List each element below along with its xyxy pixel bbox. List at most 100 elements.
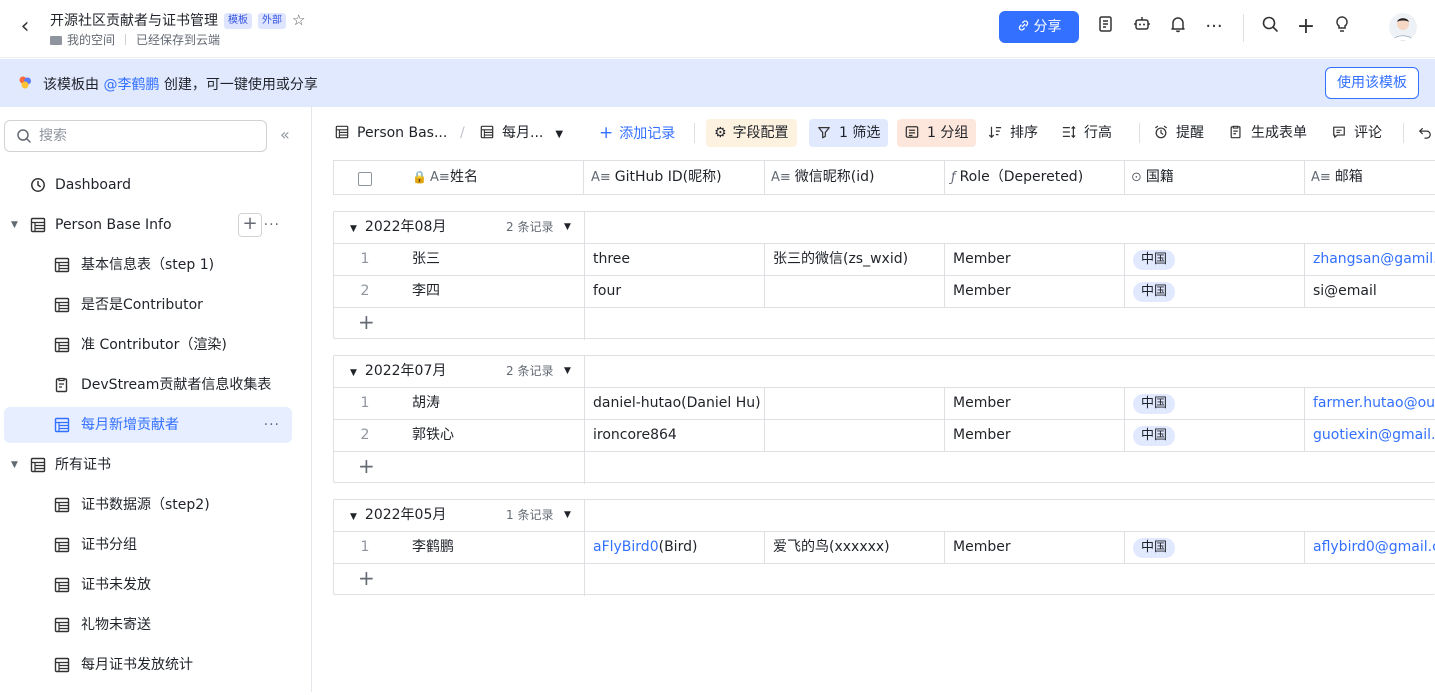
cell-github[interactable]: aFlyBird0(Bird) <box>585 532 765 563</box>
column-header-github[interactable]: A≡ GitHub ID(昵称) <box>585 161 765 194</box>
cell-github[interactable]: daniel-hutao(Daniel Hu) <box>585 388 765 419</box>
collapse-sidebar-icon[interactable]: « <box>280 125 290 144</box>
author-link[interactable]: @李鹤鹏 <box>103 77 159 93</box>
cell-github[interactable]: four <box>585 276 765 307</box>
cell-nationality[interactable]: 中国 <box>1125 276 1305 307</box>
sidebar-item-gift-unsent[interactable]: 礼物未寄送 <box>4 607 292 643</box>
group-header[interactable]: ▼ 2022年08月 2 条记录 ▼ <box>334 212 1435 244</box>
cell-email[interactable]: si@email <box>1305 276 1435 307</box>
sidebar-item-quasi-contributor[interactable]: 准 Contributor（渲染) <box>4 327 292 363</box>
search-input[interactable] <box>39 126 259 146</box>
view-selector[interactable]: 每月... ▼ <box>480 119 563 147</box>
table-row[interactable]: 2 郭铁心 ironcore864 Member 中国 guotiexin@gm… <box>334 420 1435 452</box>
group-header[interactable]: ▼ 2022年07月 2 条记录 ▼ <box>334 356 1435 388</box>
document-icon[interactable] <box>1094 15 1118 39</box>
cell-role[interactable]: Member <box>945 388 1125 419</box>
filter-button[interactable]: 1 筛选 <box>809 119 889 147</box>
row-height-button[interactable]: 行高 <box>1062 119 1112 147</box>
add-view-button[interactable]: + <box>238 213 262 237</box>
column-header-nationality[interactable]: ⊙ 国籍 <box>1125 161 1305 194</box>
sidebar-item-cert-group[interactable]: 证书分组 <box>4 527 292 563</box>
sidebar-item-monthly-cert-stats[interactable]: 每月证书发放统计 <box>4 647 292 683</box>
column-header-name[interactable]: 🔒 A≡ 姓名 <box>334 161 584 194</box>
collapse-caret-icon[interactable]: ▼ <box>350 512 357 522</box>
collapse-caret-icon[interactable]: ▼ <box>350 224 357 234</box>
cell-name[interactable]: 张三 <box>404 244 585 275</box>
avatar[interactable] <box>1389 13 1417 41</box>
comment-button[interactable]: 评论 <box>1332 119 1382 147</box>
sidebar-item-all-certificates[interactable]: ▼ 所有证书 <box>4 447 292 483</box>
more-icon[interactable]: ··· <box>264 407 280 443</box>
select-all-checkbox[interactable] <box>358 172 372 186</box>
cell-wechat[interactable]: 爱飞的鸟(xxxxxx) <box>765 532 945 563</box>
location-link[interactable]: 我的空间 <box>67 33 115 47</box>
cell-github[interactable]: three <box>585 244 765 275</box>
expand-caret-icon[interactable]: ▼ <box>11 207 18 243</box>
add-row-icon[interactable]: + <box>358 454 375 478</box>
cell-name[interactable]: 郭铁心 <box>404 420 585 451</box>
robot-icon[interactable] <box>1130 15 1154 39</box>
bell-icon[interactable] <box>1166 15 1190 39</box>
more-icon[interactable]: ··· <box>1202 15 1226 39</box>
table-row[interactable]: 1 张三 three 张三的微信(zs_wxid) Member 中国 zhan… <box>334 244 1435 276</box>
cell-email[interactable]: zhangsan@gamil.com <box>1305 244 1435 275</box>
cell-role[interactable]: Member <box>945 420 1125 451</box>
github-link[interactable]: aFlyBird0 <box>593 539 659 555</box>
chevron-down-icon[interactable]: ▼ <box>564 212 571 242</box>
cell-role[interactable]: Member <box>945 276 1125 307</box>
cell-wechat[interactable] <box>765 276 945 307</box>
table-row[interactable]: 2 李四 four Member 中国 si@email <box>334 276 1435 308</box>
table-row[interactable]: 1 李鹤鹏 aFlyBird0(Bird) 爱飞的鸟(xxxxxx) Membe… <box>334 532 1435 564</box>
add-icon[interactable]: + <box>1294 15 1318 39</box>
cell-wechat[interactable] <box>765 388 945 419</box>
cell-nationality[interactable]: 中国 <box>1125 388 1305 419</box>
expand-caret-icon[interactable]: ▼ <box>11 447 18 483</box>
sidebar-item-dashboard[interactable]: Dashboard <box>4 167 292 203</box>
column-header-email[interactable]: A≡ 邮箱 <box>1305 161 1435 194</box>
back-arrow-icon[interactable]: ‹ <box>14 14 36 40</box>
sidebar-item-cert-unissued[interactable]: 证书未发放 <box>4 567 292 603</box>
cell-email[interactable]: aflybird0@gmail.com <box>1305 532 1435 563</box>
search-icon[interactable] <box>1258 15 1282 39</box>
generate-form-button[interactable]: 生成表单 <box>1229 119 1307 147</box>
sidebar-item-person-base-info[interactable]: ▼ Person Base Info + ··· <box>4 207 292 243</box>
chevron-down-icon[interactable]: ▼ <box>564 500 571 530</box>
sidebar-item-monthly-new[interactable]: 每月新增贡献者 ··· <box>4 407 292 443</box>
remind-button[interactable]: 提醒 <box>1154 119 1204 147</box>
collapse-caret-icon[interactable]: ▼ <box>350 368 357 378</box>
group-header[interactable]: ▼ 2022年05月 1 条记录 ▼ <box>334 500 1435 532</box>
cell-role[interactable]: Member <box>945 244 1125 275</box>
cell-nationality[interactable]: 中国 <box>1125 532 1305 563</box>
undo-icon[interactable] <box>1418 119 1432 147</box>
group-button[interactable]: 1 分组 <box>897 119 977 147</box>
sidebar-item-devstream-form[interactable]: DevStream贡献者信息收集表 <box>4 367 292 403</box>
cell-role[interactable]: Member <box>945 532 1125 563</box>
cell-wechat[interactable] <box>765 420 945 451</box>
cell-wechat[interactable]: 张三的微信(zs_wxid) <box>765 244 945 275</box>
cell-email[interactable]: farmer.hutao@outlook.com <box>1305 388 1435 419</box>
sidebar-item-cert-source[interactable]: 证书数据源（step2) <box>4 487 292 523</box>
cell-name[interactable]: 李鹤鹏 <box>404 532 585 563</box>
cell-name[interactable]: 李四 <box>404 276 585 307</box>
use-template-button[interactable]: 使用该模板 <box>1325 67 1419 99</box>
star-icon[interactable]: ☆ <box>292 11 305 29</box>
more-icon[interactable]: ··· <box>264 207 280 243</box>
add-record-button[interactable]: + 添加记录 <box>599 119 675 147</box>
field-config-button[interactable]: ⚙ 字段配置 <box>706 119 797 147</box>
share-button[interactable]: 分享 <box>999 11 1079 43</box>
column-header-wechat[interactable]: A≡ 微信昵称(id) <box>765 161 945 194</box>
sidebar-search[interactable] <box>4 120 267 152</box>
cell-nationality[interactable]: 中国 <box>1125 420 1305 451</box>
chevron-down-icon[interactable]: ▼ <box>564 356 571 386</box>
table-row[interactable]: 1 胡涛 daniel-hutao(Daniel Hu) Member 中国 f… <box>334 388 1435 420</box>
sidebar-item-is-contributor[interactable]: 是否是Contributor <box>4 287 292 323</box>
cell-github[interactable]: ironcore864 <box>585 420 765 451</box>
sidebar-item-basic-info[interactable]: 基本信息表（step 1) <box>4 247 292 283</box>
cell-email[interactable]: guotiexin@gmail.com <box>1305 420 1435 451</box>
add-row-icon[interactable]: + <box>358 310 375 334</box>
add-row-icon[interactable]: + <box>358 566 375 590</box>
cell-nationality[interactable]: 中国 <box>1125 244 1305 275</box>
sort-button[interactable]: 排序 <box>988 119 1038 147</box>
lightbulb-icon[interactable] <box>1330 15 1354 39</box>
table-selector[interactable]: Person Bas... <box>335 119 447 147</box>
